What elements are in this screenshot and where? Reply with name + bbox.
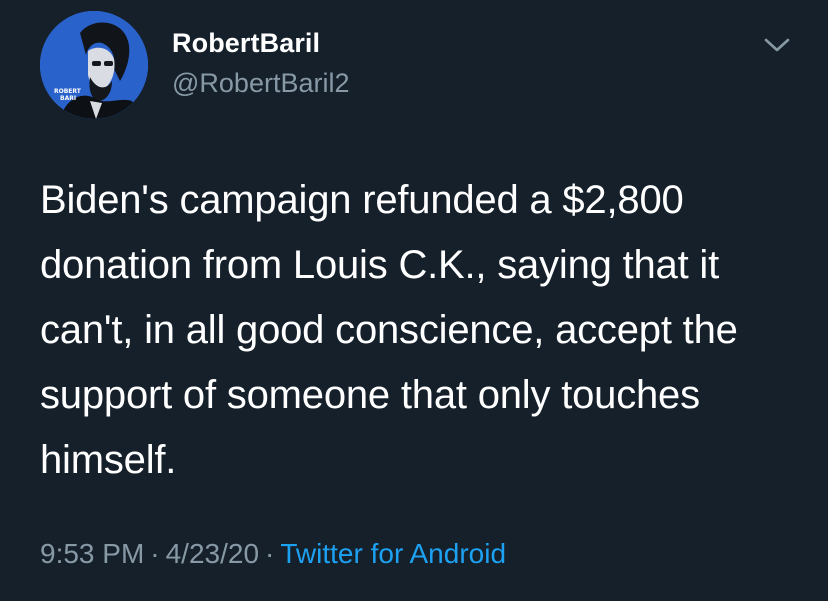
tweet-source-link[interactable]: Twitter for Android <box>280 538 506 569</box>
avatar-text-line1: ROBERT <box>54 88 82 95</box>
tweet-text: Biden's campaign refunded a $2,800 donat… <box>40 178 738 482</box>
tweet-meta: 9:53 PM · 4/23/20 · Twitter for Android <box>40 538 506 570</box>
chevron-down-icon <box>764 38 790 52</box>
avatar[interactable]: ROBERT BARI <box>40 11 148 119</box>
avatar-image: ROBERT BARI <box>40 11 148 119</box>
tweet-date[interactable]: 4/23/20 <box>166 538 259 569</box>
meta-separator: · <box>265 538 275 569</box>
display-name[interactable]: RobertBaril <box>172 28 320 59</box>
user-handle[interactable]: @RobertBaril2 <box>172 68 349 99</box>
avatar-text-line2: BARI <box>60 95 76 102</box>
meta-separator: · <box>150 538 160 569</box>
tweet: ROBERT BARI RobertBaril @RobertBaril2 Bi… <box>0 0 828 601</box>
tweet-time[interactable]: 9:53 PM <box>40 538 144 569</box>
tweet-menu-button[interactable] <box>760 30 794 60</box>
